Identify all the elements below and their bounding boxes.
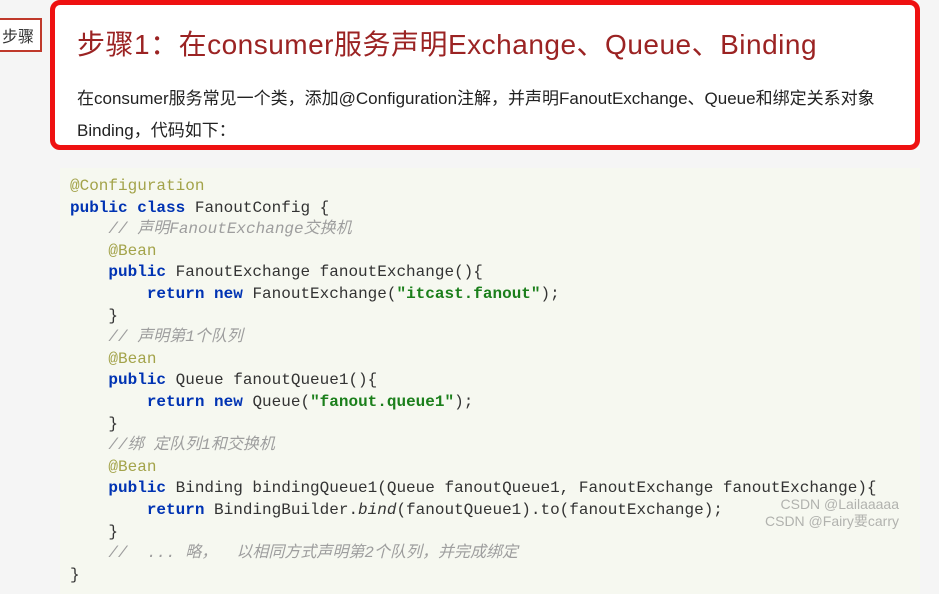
code-text: Queue fanoutQueue1(){ — [166, 371, 377, 389]
step-badge: 步骤 — [0, 18, 42, 52]
step-title: 步骤1：在consumer服务声明Exchange、Queue、Binding — [77, 23, 893, 63]
code-text: BindingBuilder. — [204, 501, 358, 519]
code-comment: // 声明第1个队列 — [108, 328, 242, 346]
code-kw: new — [214, 285, 243, 303]
code-annotation: @Configuration — [70, 177, 204, 195]
code-kw: public — [70, 199, 128, 217]
code-text: Binding bindingQueue1(Queue fanoutQueue1… — [166, 479, 877, 497]
code-annotation: @Bean — [108, 350, 156, 368]
code-kw: public — [108, 371, 166, 389]
code-annotation: @Bean — [108, 242, 156, 260]
step-description: 在consumer服务常见一个类，添加@Configuration注解，并声明F… — [77, 83, 893, 148]
code-text: FanoutConfig { — [195, 199, 329, 217]
code-kw: return — [147, 501, 205, 519]
code-text: bind — [358, 501, 396, 519]
code-annotation: @Bean — [108, 458, 156, 476]
code-kw: new — [214, 393, 243, 411]
code-comment: // 声明FanoutExchange交换机 — [108, 220, 351, 238]
code-text: } — [108, 415, 118, 433]
code-kw: public — [108, 479, 166, 497]
code-comment: // ... 略， 以相同方式声明第2个队列，并完成绑定 — [108, 544, 518, 562]
code-comment: //绑 定队列1和交换机 — [108, 436, 274, 454]
highlight-box: 步骤1：在consumer服务声明Exchange、Queue、Binding … — [50, 0, 920, 150]
code-block: @Configuration public class FanoutConfig… — [60, 168, 920, 594]
code-string: "itcast.fanout" — [396, 285, 540, 303]
code-kw: class — [137, 199, 185, 217]
code-text: Queue( — [243, 393, 310, 411]
code-string: "fanout.queue1" — [310, 393, 454, 411]
code-text: FanoutExchange fanoutExchange(){ — [166, 263, 483, 281]
code-text: ); — [454, 393, 473, 411]
code-text: ); — [541, 285, 560, 303]
code-text: } — [108, 307, 118, 325]
code-kw: return — [147, 285, 205, 303]
code-kw: return — [147, 393, 205, 411]
code-kw: public — [108, 263, 166, 281]
code-text: } — [70, 566, 80, 584]
code-text: (fanoutQueue1).to(fanoutExchange); — [396, 501, 722, 519]
code-text: FanoutExchange( — [243, 285, 397, 303]
code-text: } — [108, 523, 118, 541]
